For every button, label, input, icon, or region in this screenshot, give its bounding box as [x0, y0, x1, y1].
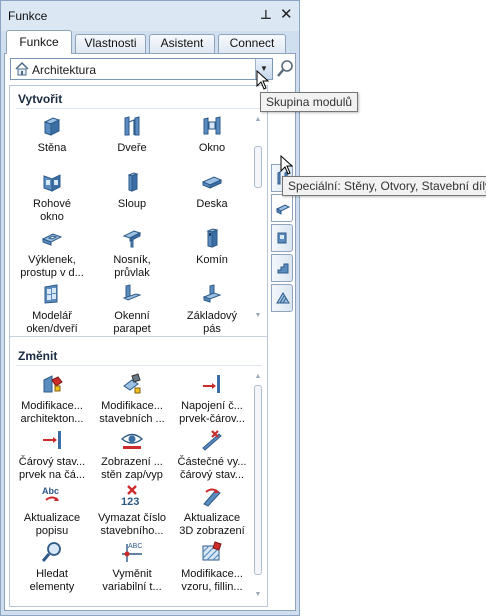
tooltip-special: Speciální: Stěny, Otvory, Stavební díly — [282, 176, 486, 196]
modify-scrollbar[interactable]: ▲ ▼ — [253, 373, 263, 605]
mouse-cursor-icon — [280, 155, 294, 175]
tool-label: Dveře — [117, 142, 147, 154]
mouse-cursor-icon — [256, 70, 270, 90]
tool-label: Okenní parapet — [113, 310, 151, 335]
door-icon — [124, 116, 140, 136]
module-group-value: Architektura — [32, 63, 97, 77]
tool-label: Základový pás — [186, 310, 238, 335]
tool-label: Modelář oken/dveří — [26, 310, 78, 335]
palette-title: Funkce — [8, 9, 48, 23]
tool-label: Vyměnit variabilní t... — [102, 568, 162, 593]
tool-label: Komín — [196, 254, 228, 266]
side-tab-walls-openings[interactable] — [271, 224, 293, 252]
tool-label: Napojení č... prvek-čárov... — [179, 400, 245, 425]
module-group-select[interactable]: Architektura ▼ — [10, 58, 273, 80]
scroll-down-icon[interactable]: ▼ — [253, 591, 263, 598]
section-divider — [16, 108, 262, 109]
tool-label: Hledat elementy — [29, 568, 75, 593]
tool-label: Čárový stav... prvek na čá... — [18, 456, 86, 481]
special-element-icon — [275, 204, 291, 215]
tool-replace-variable[interactable]: ABC Vyměnit variabilní t... — [92, 540, 172, 606]
function-panel: Vytvořit ▲ ▼ Stěna Dveře Okno Rohové okn… — [9, 85, 268, 607]
tool-label: Aktualizace popisu — [23, 512, 81, 537]
section-divider — [16, 365, 262, 366]
strip-footing-icon — [202, 284, 222, 303]
tool-label: Okno — [198, 142, 226, 154]
window-modeler-icon — [44, 284, 58, 304]
house-icon — [15, 61, 29, 76]
roof-icon — [276, 292, 290, 304]
beam-icon — [122, 230, 142, 248]
window-sill-icon — [122, 284, 142, 301]
delete-number-icon: 123 — [121, 485, 139, 508]
tool-label: Deska — [196, 198, 228, 210]
tab-funkce[interactable]: Funkce — [6, 30, 72, 54]
functions-palette: Funkce ⊥ ✕ Funkce Vlastnosti Asistent Co… — [0, 0, 300, 616]
tool-label: Zobrazení ... stěn zap/vyp — [101, 456, 163, 481]
replace-variable-icon: ABC — [122, 543, 142, 562]
connect-line-icon — [203, 375, 220, 393]
scroll-thumb[interactable] — [254, 146, 262, 188]
tab-asistent[interactable]: Asistent — [149, 34, 215, 53]
side-tab-special[interactable] — [271, 194, 293, 222]
palette-titlebar[interactable]: Funkce ⊥ ✕ — [1, 1, 299, 31]
tool-find-elements[interactable]: Hledat elementy — [12, 540, 92, 606]
column-icon — [127, 172, 139, 192]
update-3d-icon — [203, 488, 221, 507]
section-title-create: Vytvořit — [18, 92, 63, 106]
tooltip-module-group: Skupina modulů — [260, 92, 359, 112]
modify-building-icon — [123, 373, 141, 394]
partial-delete-icon — [202, 430, 222, 451]
svg-text:Abc: Abc — [42, 486, 59, 496]
tool-label: Výklenek, prostup v d... — [20, 254, 84, 279]
scroll-thumb[interactable] — [254, 385, 262, 575]
chimney-icon — [206, 228, 219, 248]
stairs-icon — [277, 263, 289, 274]
walls-openings-icon — [277, 232, 287, 244]
niche-icon — [41, 233, 63, 246]
modify-pattern-icon — [202, 541, 222, 561]
tool-label: Nosník, průvlak — [113, 254, 151, 279]
slab-icon — [201, 176, 223, 189]
tool-window-modeler[interactable]: Modelář oken/dveří — [12, 282, 92, 348]
section-separator — [10, 336, 267, 337]
create-scrollbar[interactable]: ▲ ▼ — [253, 116, 263, 326]
tool-label: Částečné vy... čárový stav... — [177, 456, 247, 481]
find-elements-icon — [41, 542, 61, 562]
window-icon — [203, 116, 221, 135]
tool-label: Modifikace... architekton... — [20, 400, 84, 425]
tab-content: Architektura ▼ Vytvořit ▲ ▼ Stěna Dveře … — [4, 53, 296, 611]
corner-window-icon — [43, 174, 61, 192]
tool-label: Modifikace... stavebních ... — [99, 400, 165, 425]
line-element-icon — [43, 431, 61, 449]
section-title-modify: Změnit — [18, 349, 58, 363]
tab-vlastnosti[interactable]: Vlastnosti — [75, 34, 146, 53]
eye-icon — [120, 433, 144, 449]
modify-architecture-icon — [43, 375, 63, 393]
tool-label: Stěna — [37, 142, 67, 154]
svg-text:123: 123 — [121, 496, 139, 508]
scroll-up-icon[interactable]: ▲ — [253, 373, 263, 380]
search-icon[interactable] — [275, 58, 295, 80]
tab-connect[interactable]: Connect — [218, 34, 286, 53]
tool-label: Rohové okno — [33, 198, 71, 223]
scroll-down-icon[interactable]: ▼ — [253, 312, 263, 319]
wall-icon — [43, 117, 61, 136]
tool-label: Vymazat číslo stavebního... — [97, 512, 167, 537]
update-label-icon: Abc — [42, 486, 59, 501]
pin-icon[interactable]: ⊥ — [260, 7, 272, 23]
close-icon[interactable]: ✕ — [280, 5, 293, 23]
scroll-up-icon[interactable]: ▲ — [253, 116, 263, 123]
tool-label: Aktualizace 3D zobrazení — [179, 512, 245, 537]
tool-strip-footing[interactable]: Základový pás — [172, 282, 252, 348]
tool-modify-pattern[interactable]: Modifikace... vzoru, fillin... — [172, 540, 252, 606]
side-tab-stairs[interactable] — [271, 254, 293, 282]
tool-window-sill[interactable]: Okenní parapet — [92, 282, 172, 348]
tool-label: Sloup — [117, 198, 147, 210]
svg-text:ABC: ABC — [128, 543, 142, 550]
side-tab-roof[interactable] — [271, 284, 293, 312]
tool-label: Modifikace... vzoru, fillin... — [181, 568, 243, 593]
